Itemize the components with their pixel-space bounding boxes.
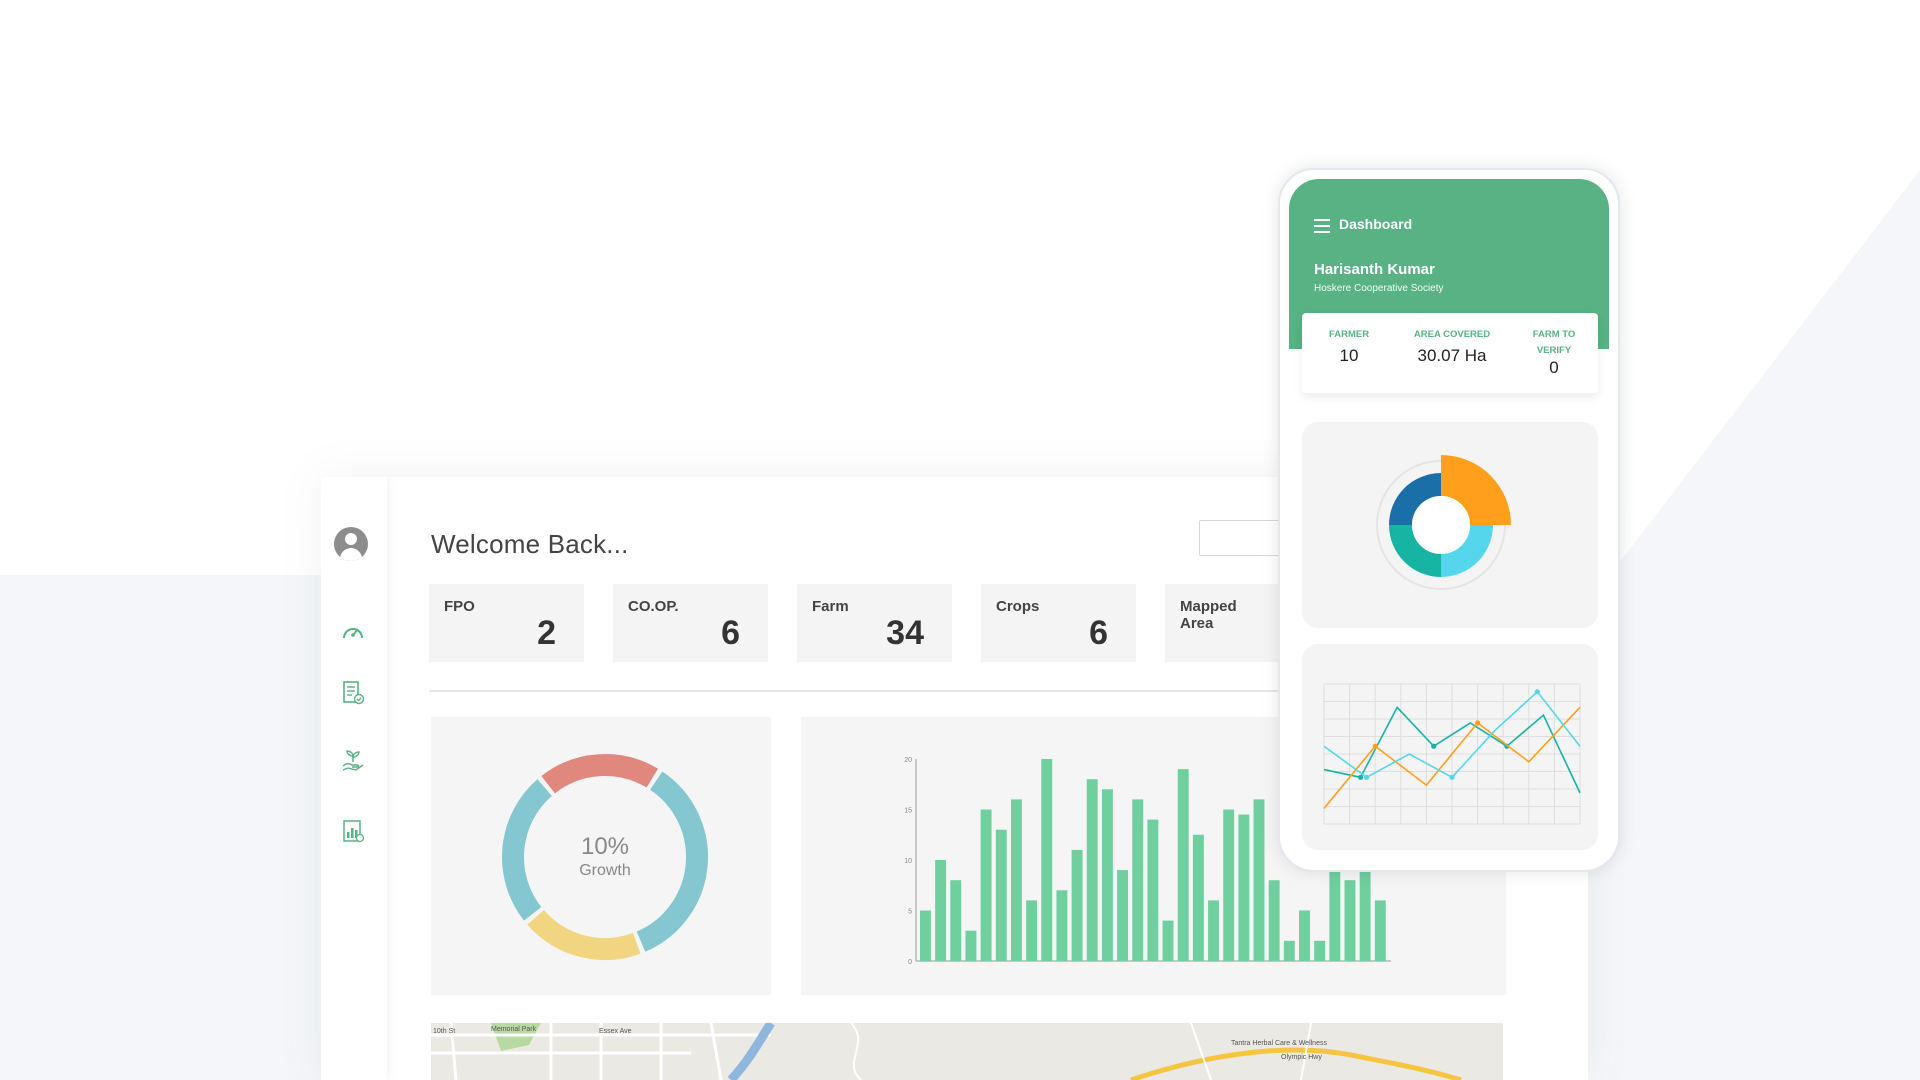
bar — [1238, 814, 1250, 961]
donut-segment — [502, 779, 553, 921]
menu-icon[interactable] — [1314, 219, 1330, 233]
donut-center-value: 10% — [581, 833, 629, 860]
bar — [1056, 890, 1068, 961]
map-canvas[interactable]: 10th St Memorial Park Essex Ave Tantra H… — [431, 1023, 1503, 1080]
map-label: Essex Ave — [599, 1028, 632, 1035]
organization-name: Hoskere Cooperative Society — [1314, 283, 1444, 294]
speedometer-icon[interactable] — [340, 620, 366, 646]
stat-value: 10 — [1339, 346, 1359, 365]
bar — [920, 910, 931, 961]
stat-farm-to-verify[interactable]: FARM TO VERIFY 0 — [1524, 327, 1584, 378]
map-label: Olympic Hwy — [1281, 1054, 1322, 1061]
avatar[interactable] — [334, 527, 368, 561]
plant-hand-icon[interactable] — [340, 748, 366, 774]
stat-value: 0 — [1549, 358, 1559, 377]
stat-label: Crops — [996, 598, 1040, 615]
bar — [980, 809, 992, 961]
y-tick-label: 10 — [904, 858, 912, 865]
donut-segment — [527, 909, 641, 960]
bar — [1374, 900, 1386, 961]
report-chart-icon[interactable] — [340, 818, 366, 844]
bar — [1132, 799, 1144, 961]
bar — [1299, 910, 1310, 961]
bar — [1117, 870, 1129, 961]
bar — [1177, 769, 1189, 961]
stat-value: 30.07 Ha — [1417, 346, 1487, 365]
bar — [1101, 789, 1113, 961]
stat-area-covered[interactable]: AREA COVERED 30.07 Ha — [1402, 327, 1502, 366]
sidebar — [321, 477, 387, 1080]
series-point — [1449, 774, 1455, 780]
stat-value: 6 — [1089, 614, 1108, 652]
stat-label: FARM TO — [1532, 329, 1576, 340]
stat-value: 2 — [537, 614, 556, 652]
bar — [950, 880, 962, 961]
bar — [1283, 940, 1295, 961]
bar — [1253, 799, 1265, 961]
stat-card-fpo[interactable]: FPO 2 — [429, 584, 584, 662]
bar — [965, 930, 977, 961]
bar — [1147, 819, 1159, 961]
stat-label: FARMER — [1328, 329, 1370, 340]
mobile-app-mockup: Dashboard Harisanth Kumar Hoskere Cooper… — [1278, 168, 1620, 872]
series-point — [1357, 774, 1364, 780]
series-point — [1364, 774, 1370, 780]
map-label: Memorial Park — [491, 1026, 537, 1033]
stat-label: AREA COVERED — [1413, 329, 1491, 340]
phone-line-chart — [1323, 683, 1581, 825]
bar — [1192, 834, 1204, 961]
bar — [1359, 870, 1371, 961]
stat-value: 34 — [886, 614, 924, 652]
stat-label: Mapped Area — [1180, 598, 1237, 632]
bar — [1026, 900, 1038, 961]
stat-card-farm[interactable]: Farm 34 — [797, 584, 952, 662]
series-point — [1475, 720, 1481, 726]
bar — [995, 829, 1007, 961]
user-name: Harisanth Kumar — [1314, 261, 1435, 278]
bar — [1223, 809, 1235, 961]
phone-line-card — [1302, 644, 1598, 850]
bar — [1086, 779, 1098, 961]
stat-label: Farm — [812, 598, 849, 615]
series-point — [1534, 689, 1540, 695]
growth-donut-chart: 10% Growth — [502, 754, 708, 960]
phone-stats-card: FARMER 10 AREA COVERED 30.07 Ha FARM TO … — [1302, 313, 1598, 393]
phone-donut-card — [1302, 422, 1598, 628]
stat-label: CO.OP. — [628, 598, 679, 615]
bar — [1314, 940, 1326, 961]
bar — [1041, 759, 1053, 961]
stat-value: 6 — [721, 614, 740, 652]
y-tick-label: 5 — [908, 909, 912, 916]
phone-donut-chart — [1376, 455, 1511, 590]
bar — [1071, 849, 1083, 961]
bar — [1208, 900, 1219, 961]
donut-segment — [541, 754, 658, 794]
series-point — [1372, 743, 1378, 749]
bar — [1010, 799, 1022, 961]
stat-farmer[interactable]: FARMER 10 — [1314, 327, 1384, 366]
stat-label: FPO — [444, 598, 475, 615]
stat-card-crops[interactable]: Crops 6 — [981, 584, 1136, 662]
map-label: Tantra Herbal Care & Wellness — [1231, 1040, 1327, 1047]
bar — [1344, 880, 1356, 961]
stat-card-coop[interactable]: CO.OP. 6 — [613, 584, 768, 662]
bar — [1268, 880, 1280, 961]
y-tick-label: 0 — [908, 959, 912, 966]
y-tick-label: 20 — [904, 757, 912, 764]
bar — [1162, 920, 1174, 961]
y-tick-label: 15 — [904, 808, 912, 815]
map-label: 10th St — [433, 1028, 455, 1035]
bar — [1329, 870, 1341, 961]
donut-center-label: Growth — [579, 862, 631, 879]
document-check-icon[interactable] — [340, 680, 366, 706]
growth-donut-panel: 10% Growth — [431, 717, 771, 995]
bar — [935, 860, 947, 961]
series-point — [1431, 743, 1437, 749]
map-view[interactable]: 10th St Memorial Park Essex Ave Tantra H… — [431, 1023, 1503, 1080]
donut-segment — [636, 771, 708, 952]
page-title: Welcome Back... — [431, 529, 629, 559]
phone-title: Dashboard — [1339, 216, 1413, 232]
stat-label-line2: VERIFY — [1536, 345, 1572, 356]
